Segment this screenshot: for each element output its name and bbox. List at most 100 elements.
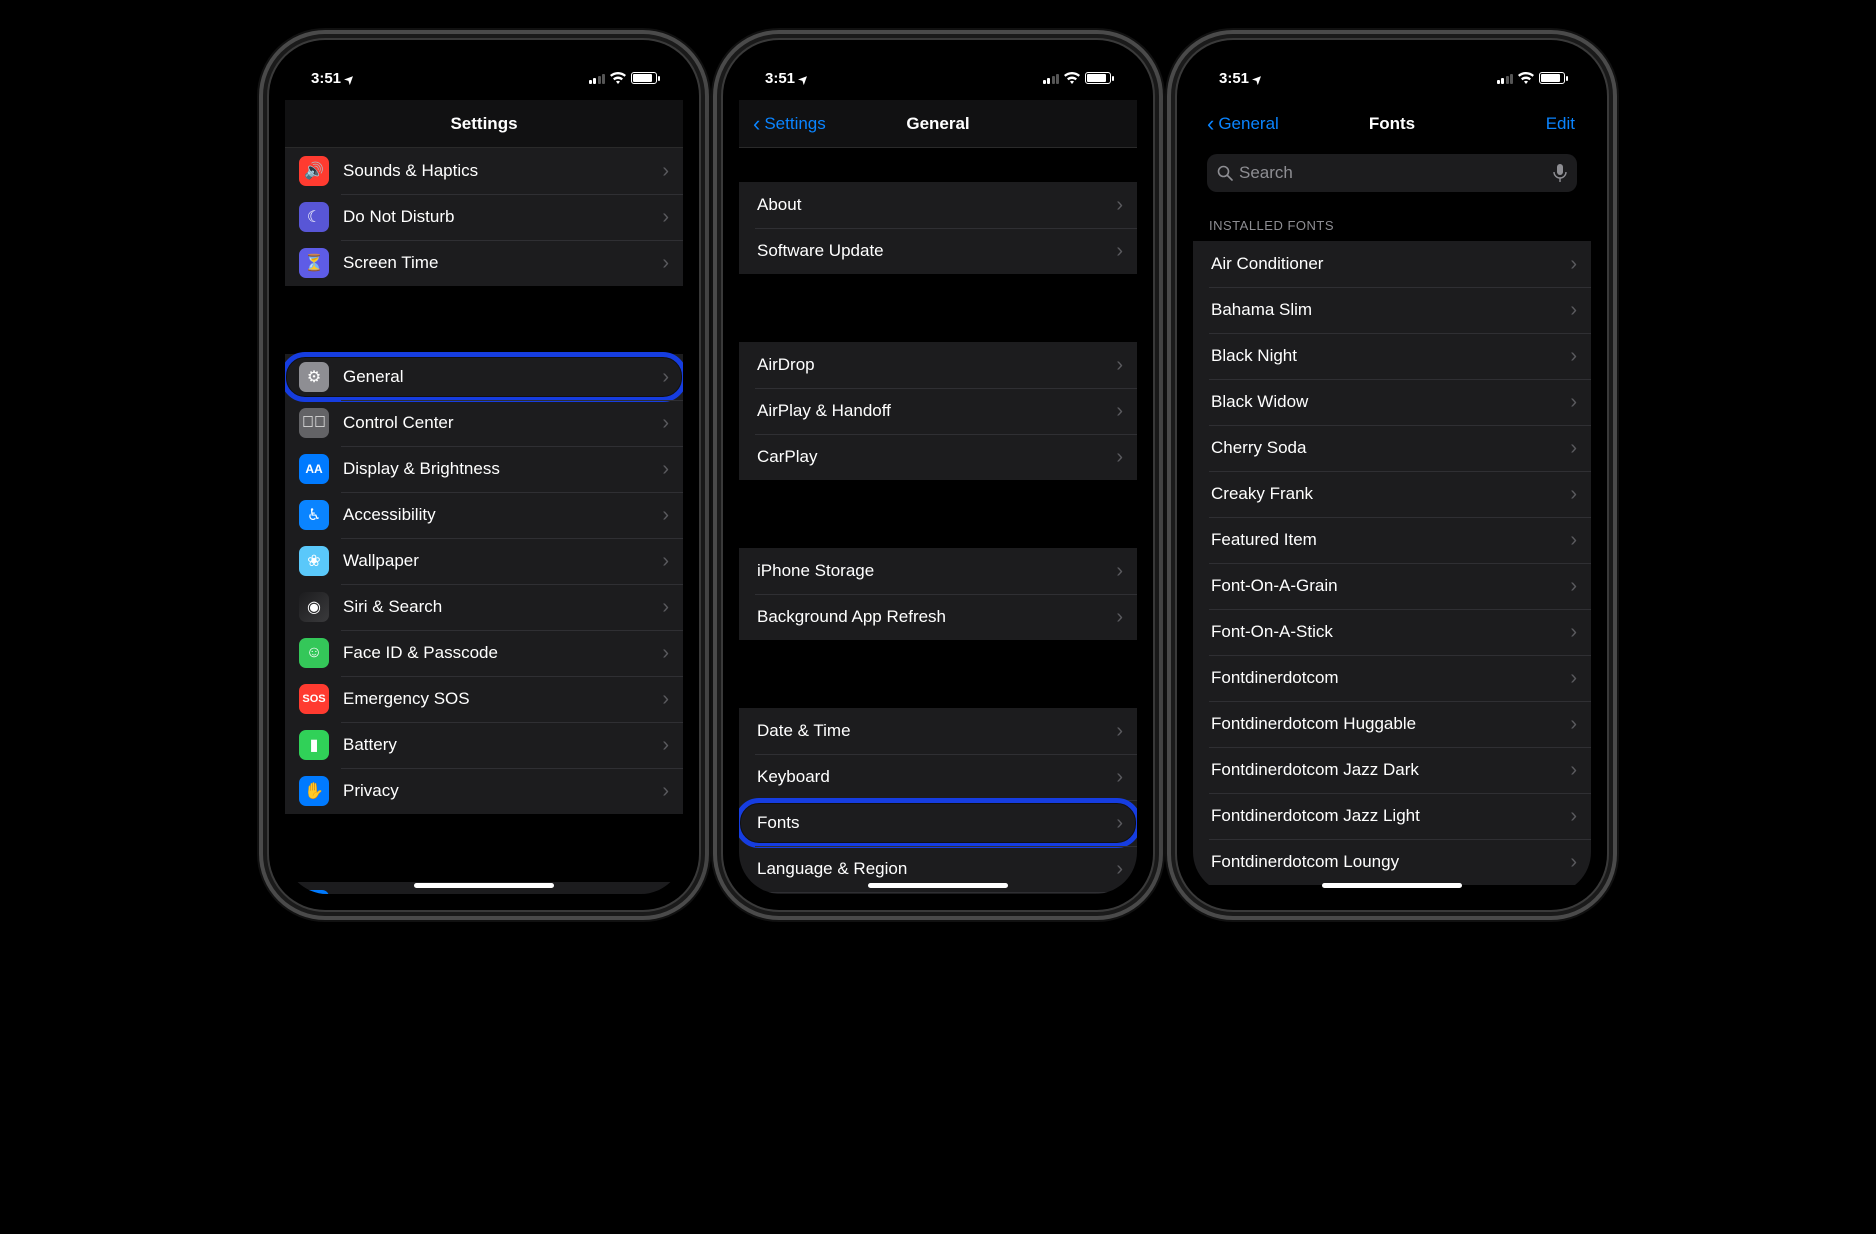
- chevron-right-icon: ›: [1570, 391, 1577, 414]
- font-row[interactable]: Creaky Frank›: [1193, 471, 1591, 517]
- chevron-right-icon: ›: [662, 366, 669, 389]
- setting-row-do-not-disturb[interactable]: ☾Do Not Disturb›: [285, 194, 683, 240]
- setting-row-face-id-passcode[interactable]: ☺︎Face ID & Passcode›: [285, 630, 683, 676]
- setting-row-battery[interactable]: ▮Battery›: [285, 722, 683, 768]
- setting-row-siri-search[interactable]: ◉Siri & Search›: [285, 584, 683, 630]
- home-indicator[interactable]: [414, 883, 554, 888]
- row-label: Background App Refresh: [757, 607, 1116, 627]
- font-row[interactable]: Bahama Slim›: [1193, 287, 1591, 333]
- phone-general: 3:51 ‹ Settings General About›Software U…: [723, 40, 1153, 910]
- font-row[interactable]: Featured Item›: [1193, 517, 1591, 563]
- general-row-dictionary[interactable]: Dictionary›: [739, 892, 1137, 894]
- setting-row-sounds-haptics[interactable]: 🔊Sounds & Haptics›: [285, 148, 683, 194]
- settings-group: ⚙General› �⃝ Control Center › AADisplay & Br…: [285, 354, 683, 814]
- row-label: Do Not Disturb: [343, 207, 662, 227]
- home-indicator[interactable]: [1322, 883, 1462, 888]
- row-label: Display & Brightness: [343, 459, 662, 479]
- setting-row-privacy[interactable]: ✋Privacy›: [285, 768, 683, 814]
- font-name: Font-On-A-Stick: [1211, 622, 1570, 642]
- general-row-airplay-handoff[interactable]: AirPlay & Handoff›: [739, 388, 1137, 434]
- font-row[interactable]: Font-On-A-Stick›: [1193, 609, 1591, 655]
- setting-row-emergency-sos[interactable]: SOSEmergency SOS›: [285, 676, 683, 722]
- edit-button[interactable]: Edit: [1546, 100, 1575, 148]
- settings-list[interactable]: 🔊Sounds & Haptics›☾Do Not Disturb› ⏳ Scree…: [285, 148, 683, 894]
- font-name: Featured Item: [1211, 530, 1570, 550]
- back-button[interactable]: ‹ Settings: [747, 100, 832, 147]
- setting-row-screen-time[interactable]: ⏳Screen Time›: [285, 240, 683, 286]
- chevron-right-icon: ›: [1116, 720, 1123, 743]
- row-label: Screen Time: [343, 253, 662, 273]
- fonts-group: Air Conditioner›Bahama Slim›Black Night›…: [1193, 241, 1591, 885]
- general-row-airdrop[interactable]: AirDrop›: [739, 342, 1137, 388]
- general-row-fonts[interactable]: Fonts›: [739, 800, 1137, 846]
- row-label: Emergency SOS: [343, 689, 662, 709]
- chevron-right-icon: ›: [1570, 805, 1577, 828]
- font-name: Fontdinerdotcom Jazz Dark: [1211, 760, 1570, 780]
- chevron-right-icon: ›: [662, 688, 669, 711]
- row-label: Control Center: [343, 413, 662, 433]
- font-name: Fontdinerdotcom Jazz Light: [1211, 806, 1570, 826]
- font-name: Black Night: [1211, 346, 1570, 366]
- wifi-icon: [1518, 72, 1534, 84]
- chevron-right-icon: ›: [662, 780, 669, 803]
- battery-icon: [1539, 72, 1565, 84]
- search-placeholder: Search: [1239, 163, 1293, 183]
- chevron-right-icon: ›: [1570, 299, 1577, 322]
- font-row[interactable]: Fontdinerdotcom Jazz Dark›: [1193, 747, 1591, 793]
- flower-icon: ❀: [299, 546, 329, 576]
- phone-settings: 3:51 Settings 🔊Sounds & Haptics›☾Do Not …: [269, 40, 699, 910]
- general-row-date-time[interactable]: Date & Time›: [739, 708, 1137, 754]
- font-row[interactable]: Air Conditioner›: [1193, 241, 1591, 287]
- general-group: Date & Time›Keyboard›Fonts›Language & Re…: [739, 708, 1137, 894]
- fonts-list[interactable]: INSTALLED FONTSAir Conditioner›Bahama Sl…: [1193, 198, 1591, 894]
- setting-row-control-center[interactable]: �⃝Control Center›: [285, 400, 683, 446]
- notch: [848, 56, 1028, 84]
- font-name: Bahama Slim: [1211, 300, 1570, 320]
- general-row-keyboard[interactable]: Keyboard›: [739, 754, 1137, 800]
- settings-group: 🔊Sounds & Haptics›☾Do Not Disturb› ⏳ Scree…: [285, 148, 683, 286]
- home-indicator[interactable]: [868, 883, 1008, 888]
- font-row[interactable]: Fontdinerdotcom Jazz Light›: [1193, 793, 1591, 839]
- row-label: General: [343, 367, 662, 387]
- font-row[interactable]: Fontdinerdotcom›: [1193, 655, 1591, 701]
- mic-icon[interactable]: [1553, 164, 1567, 182]
- page-title: Fonts: [1369, 114, 1415, 134]
- nav-bar: Settings: [285, 100, 683, 148]
- general-group: AirDrop›AirPlay & Handoff›CarPlay›: [739, 342, 1137, 480]
- general-list[interactable]: About›Software Update› AirDrop›AirPlay & …: [739, 148, 1137, 894]
- general-row-iphone-storage[interactable]: iPhone Storage›: [739, 548, 1137, 594]
- wifi-icon: [1064, 72, 1080, 84]
- general-row-background-app-refresh[interactable]: Background App Refresh›: [739, 594, 1137, 640]
- general-row-about[interactable]: About›: [739, 182, 1137, 228]
- battery-icon: [631, 72, 657, 84]
- chevron-right-icon: ›: [1116, 240, 1123, 263]
- siri-icon: ◉: [299, 592, 329, 622]
- search-input[interactable]: Search: [1207, 154, 1577, 192]
- setting-row-display-brightness[interactable]: AADisplay & Brightness›: [285, 446, 683, 492]
- row-label: Sounds & Haptics: [343, 161, 662, 181]
- back-button[interactable]: ‹ General: [1201, 100, 1285, 148]
- row-label: Siri & Search: [343, 597, 662, 617]
- row-label: Wallpaper: [343, 551, 662, 571]
- general-row-carplay[interactable]: CarPlay›: [739, 434, 1137, 480]
- setting-row-accessibility[interactable]: ♿︎Accessibility›: [285, 492, 683, 538]
- toggles-icon: �⃝: [299, 408, 329, 438]
- font-row[interactable]: Black Night›: [1193, 333, 1591, 379]
- font-row[interactable]: Fontdinerdotcom Loungy›: [1193, 839, 1591, 885]
- general-row-software-update[interactable]: Software Update›: [739, 228, 1137, 274]
- row-label: Keyboard: [757, 767, 1116, 787]
- setting-row-general[interactable]: ⚙General›: [285, 354, 683, 400]
- font-row[interactable]: Font-On-A-Grain›: [1193, 563, 1591, 609]
- hourglass-icon: ⏳: [299, 248, 329, 278]
- nav-bar: ‹ Settings General: [739, 100, 1137, 148]
- font-row[interactable]: Black Widow›: [1193, 379, 1591, 425]
- chevron-right-icon: ›: [662, 734, 669, 757]
- font-row[interactable]: Cherry Soda›: [1193, 425, 1591, 471]
- setting-row-wallpaper[interactable]: ❀Wallpaper›: [285, 538, 683, 584]
- row-label: Privacy: [343, 781, 662, 801]
- chevron-right-icon: ›: [1116, 194, 1123, 217]
- back-label: Settings: [764, 114, 825, 134]
- font-row[interactable]: Fontdinerdotcom Huggable›: [1193, 701, 1591, 747]
- chevron-right-icon: ›: [1570, 437, 1577, 460]
- back-label: General: [1218, 114, 1278, 134]
